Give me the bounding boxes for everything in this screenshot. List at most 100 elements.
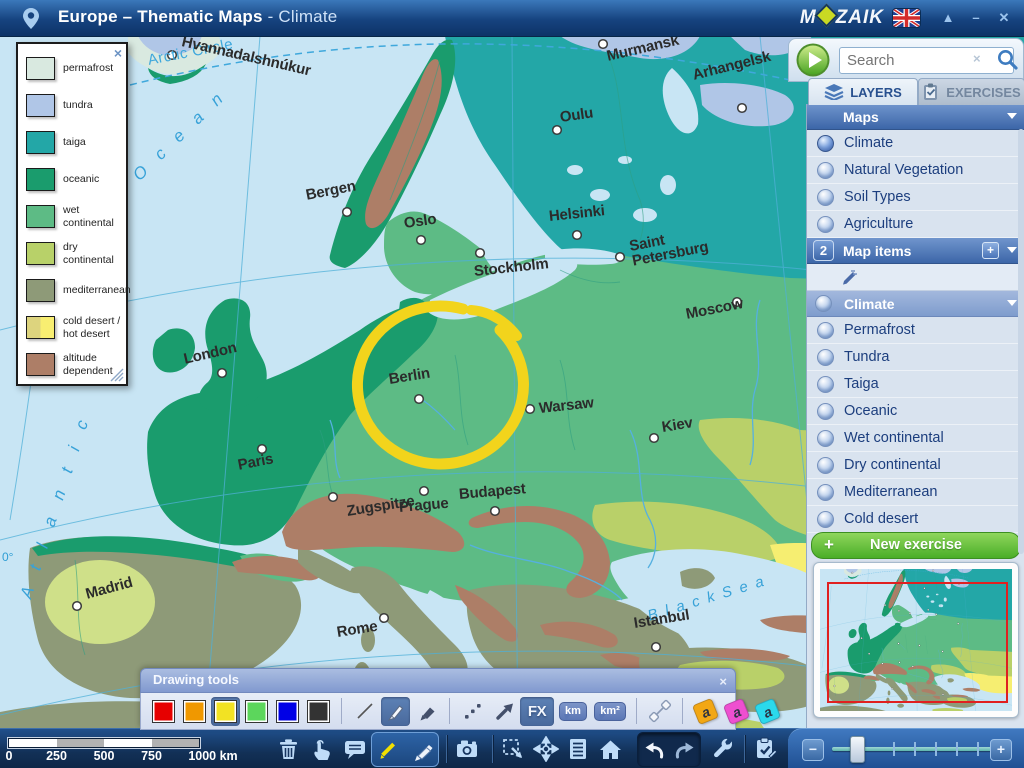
brush-icon [839,268,859,286]
pan-button[interactable] [531,733,561,764]
tab-layers[interactable]: LAYERS [808,78,918,105]
city-label-murmansk: Murmansk [605,33,680,64]
map-item-drawing-row[interactable] [807,264,1024,291]
color-swatch-0[interactable] [149,697,178,726]
chevron-down-icon [1007,113,1017,124]
zoom-out-button[interactable]: − [802,739,824,761]
climate-section-header[interactable]: Climate [807,291,1024,317]
search-clear-icon[interactable]: × [973,51,981,66]
maps-item-agriculture[interactable]: Agriculture [807,211,1024,238]
pencil-button[interactable] [376,737,401,762]
city-label-berlin: Berlin [388,366,431,388]
climate-item-dry-continental[interactable]: Dry continental [807,452,1024,479]
drawing-tools-titlebar[interactable]: Drawing tools × [140,668,736,693]
color-swatch-1[interactable] [180,697,209,726]
legend-swatch [26,57,55,80]
legend-item: taiga [26,124,126,161]
swatch [183,700,206,723]
climate-item-permafrost[interactable]: Permafrost [807,317,1024,344]
color-swatch-3[interactable] [242,697,271,726]
climate-item-wet-continental[interactable]: Wet continental [807,425,1024,452]
zoom-slider-handle[interactable] [850,736,865,763]
swatch [214,700,237,723]
search-input[interactable] [839,47,1014,74]
hand-button[interactable] [306,733,336,764]
legend-item: cold desert / hot desert [26,309,126,346]
fx-tool[interactable]: FX [520,697,554,726]
new-exercise-button[interactable]: +New exercise [811,532,1021,559]
maps-item-soil-types[interactable]: Soil Types [807,184,1024,211]
color-swatch-4[interactable] [273,697,302,726]
select-button[interactable] [498,733,528,764]
item-label: Climate [844,135,893,151]
exercise-check-button[interactable] [750,733,780,764]
drawing-tools-close-icon[interactable]: × [719,671,727,693]
thin-line-tool[interactable] [350,697,379,726]
dotted-line-tool[interactable] [458,697,487,726]
map-scale-bar [8,738,200,748]
sea-label: 0° [2,550,13,564]
maps-item-climate[interactable]: Climate [807,130,1024,157]
climate-item-oceanic[interactable]: Oceanic [807,398,1024,425]
legend-swatch [26,279,55,302]
add-map-item-button[interactable]: + [982,242,999,259]
page-title: Europe – Thematic Maps - Climate [58,7,337,27]
layers-icon [824,84,844,100]
uk-flag-icon[interactable] [893,9,920,27]
minimap-viewport-rect[interactable] [827,582,1008,703]
panel-scrollbar[interactable] [1018,129,1024,554]
tab-exercises[interactable]: EXERCISES [918,78,1024,105]
km2-label-tool[interactable]: km² [592,697,628,726]
marker-tool[interactable] [412,697,441,726]
legend-label: dry continental [63,241,121,265]
zoom-in-button[interactable]: + [990,739,1012,761]
maps-section-header[interactable]: Maps [807,104,1024,130]
map-items-section-header[interactable]: 2 Map items + [807,238,1024,264]
legend-resize-handle[interactable] [108,366,124,382]
measure-link-tool[interactable] [645,697,674,726]
map-items-count-badge: 2 [813,240,834,261]
swatch [276,700,299,723]
play-button[interactable] [795,42,831,78]
minimize-button[interactable]: – [964,8,988,28]
home-button[interactable] [595,733,625,764]
item-label: Agriculture [844,216,913,232]
trash-button[interactable] [273,733,303,764]
city-label-moscow: Moscow [685,296,745,322]
sea-label: O c e a n [129,85,231,185]
climate-item-mediterranean[interactable]: Mediterranean [807,479,1024,506]
color-swatch-5[interactable] [304,697,333,726]
city-label-oulu: Oulu [559,105,594,125]
scale-tick-label: 250 [46,749,67,763]
marker-button[interactable] [408,737,434,763]
scale-tick-label: 750 [141,749,162,763]
comment-button[interactable] [340,733,370,764]
color-swatch-2[interactable] [211,697,240,726]
text-a-cyan-tool[interactable]: a [753,697,782,726]
close-button[interactable]: ✕ [992,8,1016,28]
item-label: Wet continental [844,430,944,446]
maps-item-natural-vegetation[interactable]: Natural Vegetation [807,157,1024,184]
redo-button[interactable] [672,737,698,763]
climate-item-tundra[interactable]: Tundra [807,344,1024,371]
km-label-tool[interactable]: km [556,697,590,726]
highlighter-pen-tool[interactable] [381,697,410,726]
city-label-helsinki: Helsinki [548,203,605,224]
camera-button[interactable] [452,733,482,764]
arrow-tool[interactable] [489,697,518,726]
undo-button[interactable] [641,737,667,763]
climate-item-cold-desert[interactable]: Cold desert [807,506,1024,533]
scale-end-label: 1000 km [188,749,237,763]
legend-item: oceanic [26,161,126,198]
list-button[interactable] [563,733,593,764]
search-icon[interactable] [995,47,1019,71]
text-a-pink-tool[interactable]: a [722,697,751,726]
climate-item-taiga[interactable]: Taiga [807,371,1024,398]
drawing-tools-body: FX km km² a a a [140,693,736,730]
wrench-button[interactable] [708,733,738,764]
legend-label: oceanic [63,173,99,185]
item-label: Cold desert [844,511,918,527]
maximize-button[interactable]: ▲ [936,8,960,28]
text-a-orange-tool[interactable]: a [691,697,720,726]
city-label-saint-petersburg: SaintPetersburg [628,225,710,270]
